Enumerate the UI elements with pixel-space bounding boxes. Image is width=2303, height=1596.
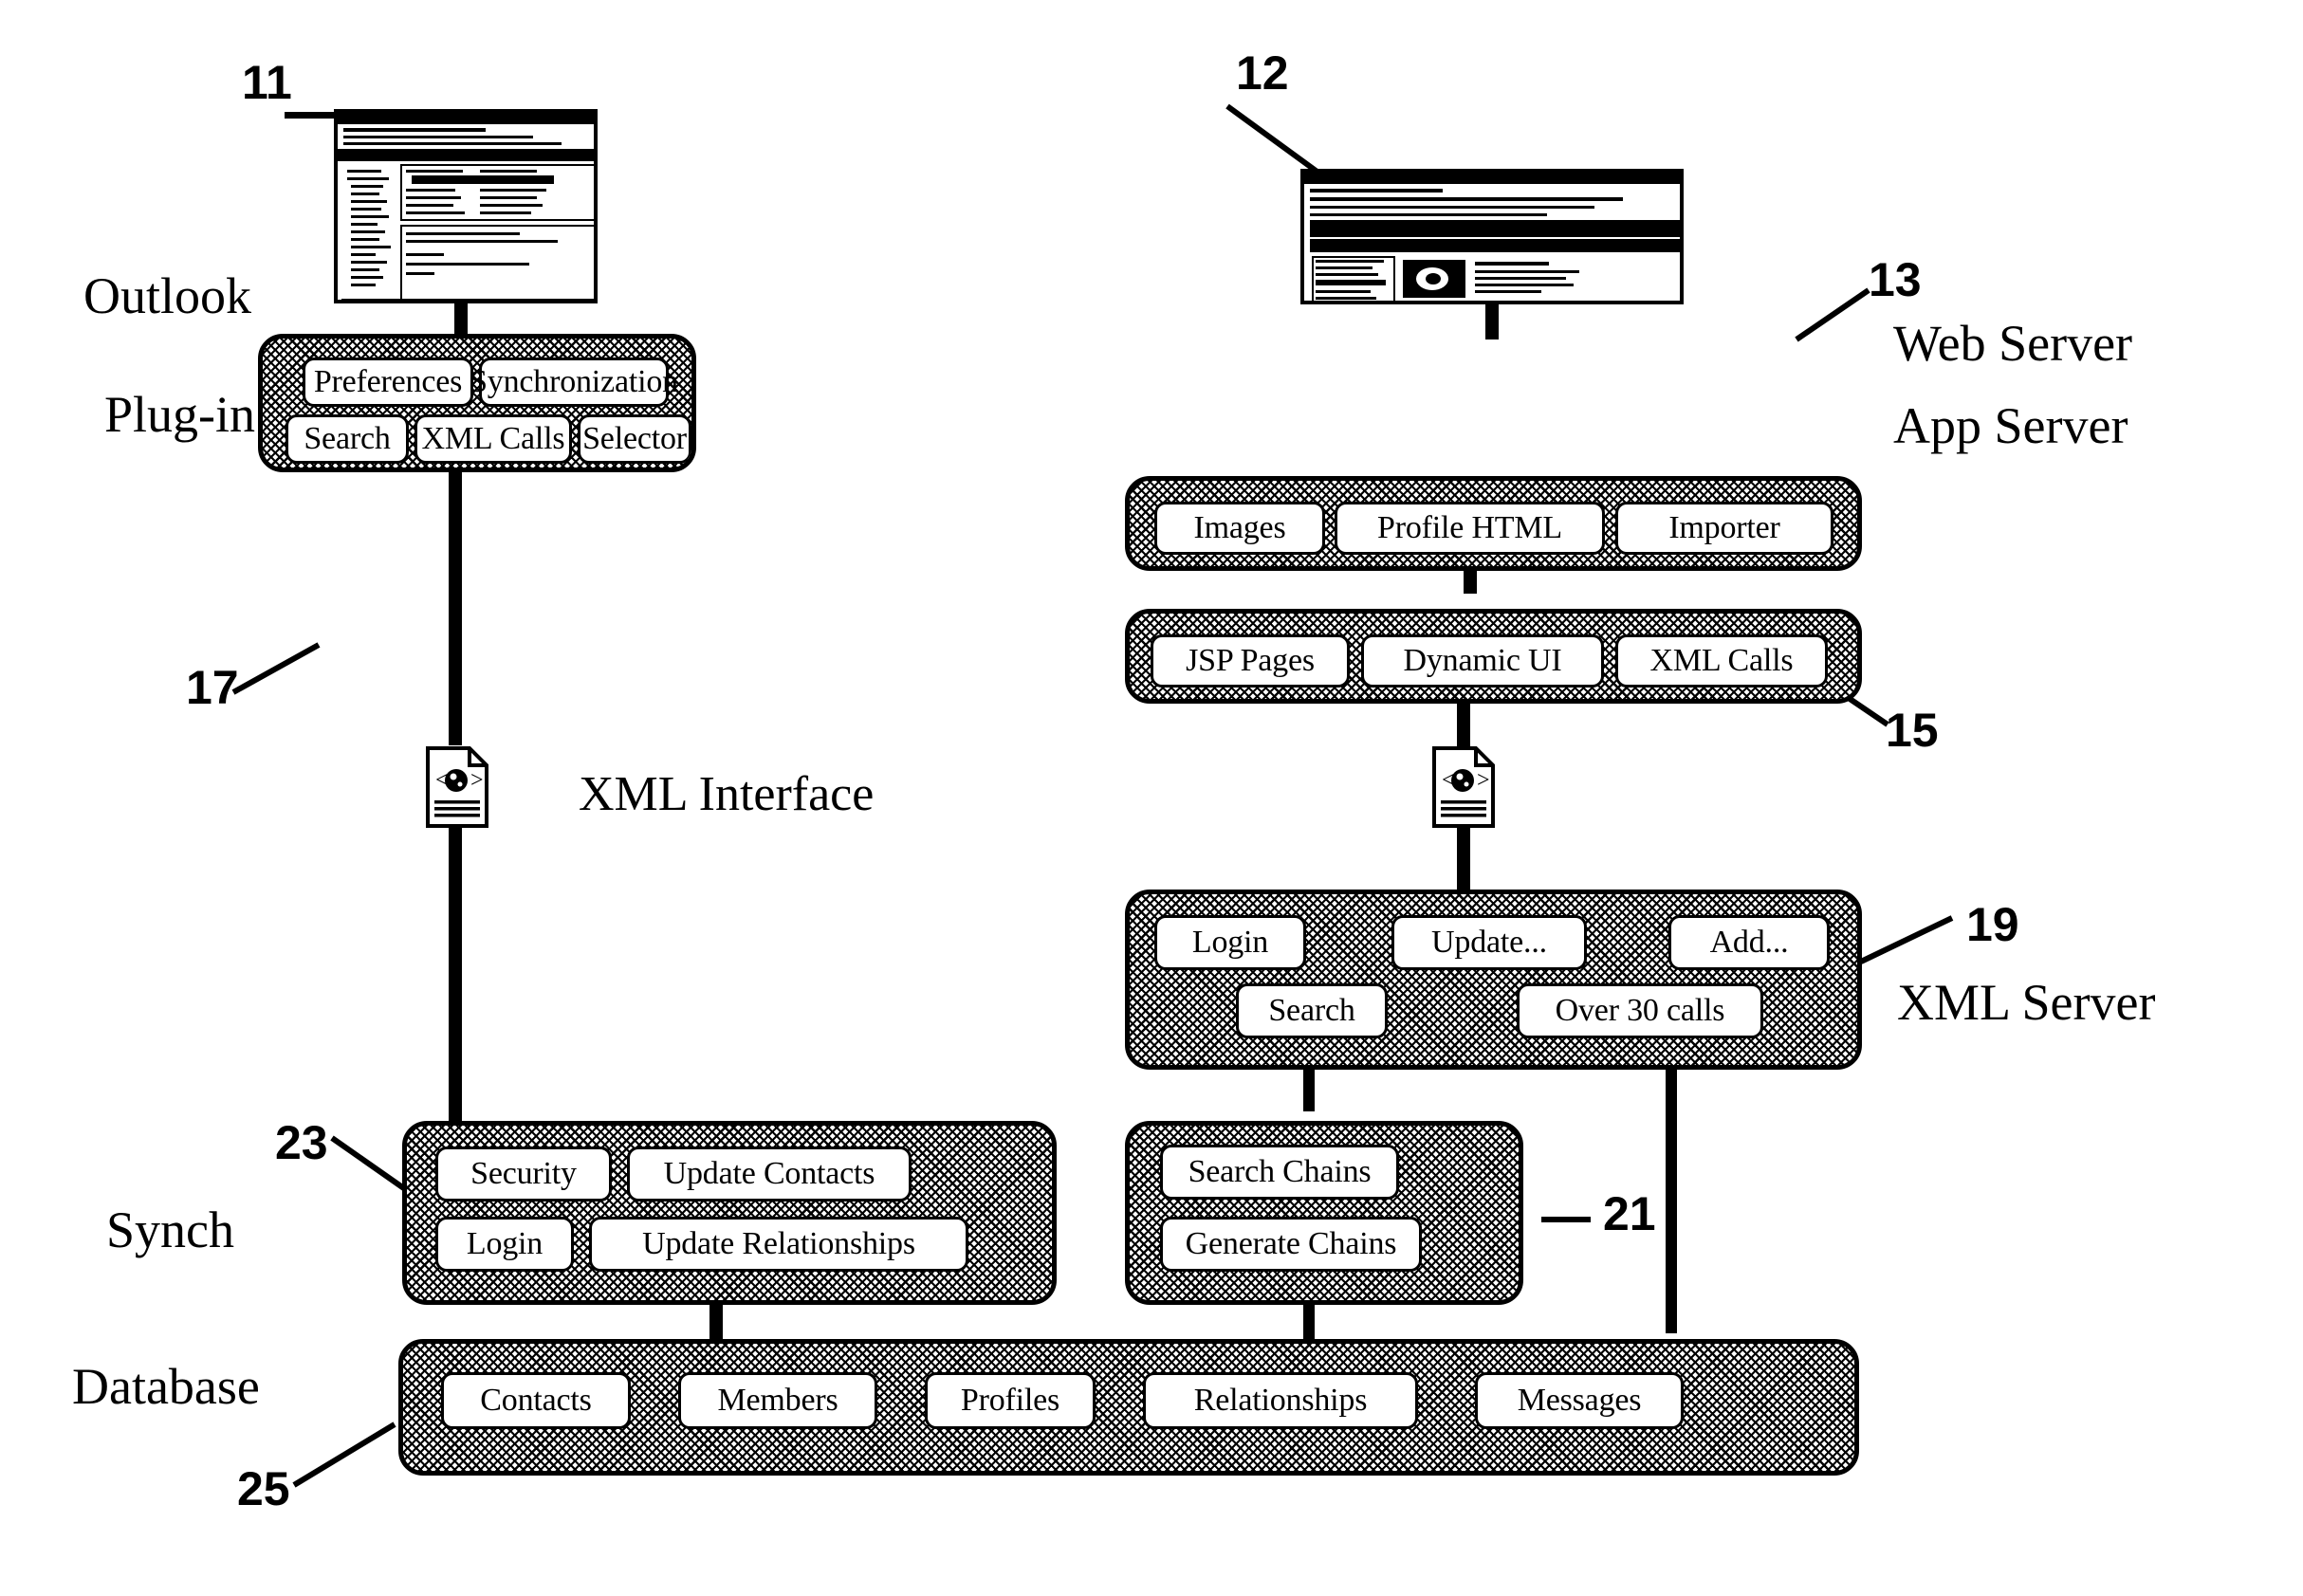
outlook-client-screenshot — [334, 109, 598, 303]
reference-numeral-25: 25 — [237, 1462, 290, 1515]
cell-jsp-pages[interactable]: JSP Pages — [1151, 634, 1350, 688]
leader-line-17 — [231, 642, 321, 695]
label-app-server: App Server — [1893, 397, 2128, 454]
connector-chains-to-database — [1303, 1303, 1315, 1343]
module-chains: Search Chains Generate Chains — [1125, 1121, 1523, 1305]
cell-over-30-calls[interactable]: Over 30 calls — [1517, 983, 1763, 1038]
cell-update-relationships[interactable]: Update Relationships — [589, 1217, 968, 1272]
cell-search[interactable]: Search — [286, 414, 409, 464]
connector-browser-to-webserver — [1485, 302, 1499, 339]
module-web-server: Images Profile HTML Importer — [1125, 476, 1862, 571]
connector-plugin-to-synch-upper — [449, 472, 462, 745]
cell-messages[interactable]: Messages — [1475, 1372, 1684, 1429]
cell-search-xml[interactable]: Search — [1236, 983, 1388, 1038]
cell-xml-calls-app[interactable]: XML Calls — [1615, 634, 1828, 688]
label-outlook: Outlook — [83, 267, 252, 324]
reference-numeral-12: 12 — [1236, 46, 1289, 100]
connector-appserver-to-xmlicon — [1457, 704, 1470, 747]
leader-line-21 — [1541, 1217, 1591, 1222]
connector-plugin-to-synch-lower — [449, 823, 462, 1121]
cell-search-chains[interactable]: Search Chains — [1160, 1145, 1399, 1200]
connector-xmlserver-to-chains — [1303, 1068, 1315, 1111]
cell-generate-chains[interactable]: Generate Chains — [1160, 1217, 1422, 1272]
leader-line-19 — [1859, 915, 1954, 964]
connector-webserver-to-appserver — [1464, 569, 1477, 594]
xml-document-icon-right: < > — [1432, 746, 1495, 828]
figure-canvas: 11 12 Outlook Plug-in 17 Preferences Syn… — [0, 0, 2303, 1596]
reference-numeral-23: 23 — [275, 1116, 328, 1169]
web-browser-screenshot — [1300, 169, 1684, 304]
cell-relationships[interactable]: Relationships — [1143, 1372, 1418, 1429]
connector-synch-to-database — [709, 1303, 723, 1343]
label-web-server: Web Server — [1893, 315, 2133, 372]
cell-importer[interactable]: Importer — [1615, 502, 1833, 555]
cell-dynamic-ui[interactable]: Dynamic UI — [1361, 634, 1604, 688]
module-database: Contacts Members Profiles Relationships … — [398, 1339, 1859, 1476]
reference-numeral-11: 11 — [242, 56, 292, 109]
module-xml-server: Login Update... Add... Search Over 30 ca… — [1125, 890, 1862, 1070]
leader-line-13 — [1795, 287, 1870, 342]
connector-outlook-to-plugin — [454, 302, 468, 336]
connector-xmlicon-to-xmlserver — [1457, 827, 1470, 890]
cell-add-xml[interactable]: Add... — [1668, 915, 1830, 970]
module-synch: Security Update Contacts Login Update Re… — [402, 1121, 1057, 1305]
svg-text:>: > — [470, 768, 484, 793]
label-xml-server: XML Server — [1897, 974, 2156, 1031]
label-synch: Synch — [106, 1202, 234, 1258]
cell-login-xml[interactable]: Login — [1154, 915, 1306, 970]
cell-selector[interactable]: Selector — [578, 414, 691, 464]
label-plugin: Plug-in — [104, 386, 256, 443]
module-app-server: JSP Pages Dynamic UI XML Calls — [1125, 609, 1862, 704]
cell-profile-html[interactable]: Profile HTML — [1335, 502, 1605, 555]
cell-xml-calls[interactable]: XML Calls — [415, 414, 572, 464]
cell-contacts[interactable]: Contacts — [441, 1372, 631, 1429]
connector-xmlserver-to-database — [1666, 1068, 1677, 1333]
cell-login-synch[interactable]: Login — [435, 1217, 574, 1272]
cell-security[interactable]: Security — [435, 1147, 612, 1202]
cell-update-xml[interactable]: Update... — [1391, 915, 1587, 970]
cell-images[interactable]: Images — [1154, 502, 1325, 555]
svg-text:>: > — [1477, 768, 1490, 793]
label-xml-interface: XML Interface — [579, 767, 875, 821]
cell-profiles[interactable]: Profiles — [925, 1372, 1096, 1429]
cell-members[interactable]: Members — [678, 1372, 877, 1429]
cell-synchronization[interactable]: Synchronization — [470, 358, 678, 407]
reference-numeral-21: 21 — [1603, 1187, 1656, 1240]
module-plugin: Preferences Synchronization Search XML C… — [258, 334, 696, 472]
cell-preferences[interactable]: Preferences — [303, 358, 473, 407]
xml-document-icon-left: < > — [426, 746, 488, 828]
cell-update-contacts[interactable]: Update Contacts — [627, 1147, 912, 1202]
label-database: Database — [72, 1358, 260, 1415]
